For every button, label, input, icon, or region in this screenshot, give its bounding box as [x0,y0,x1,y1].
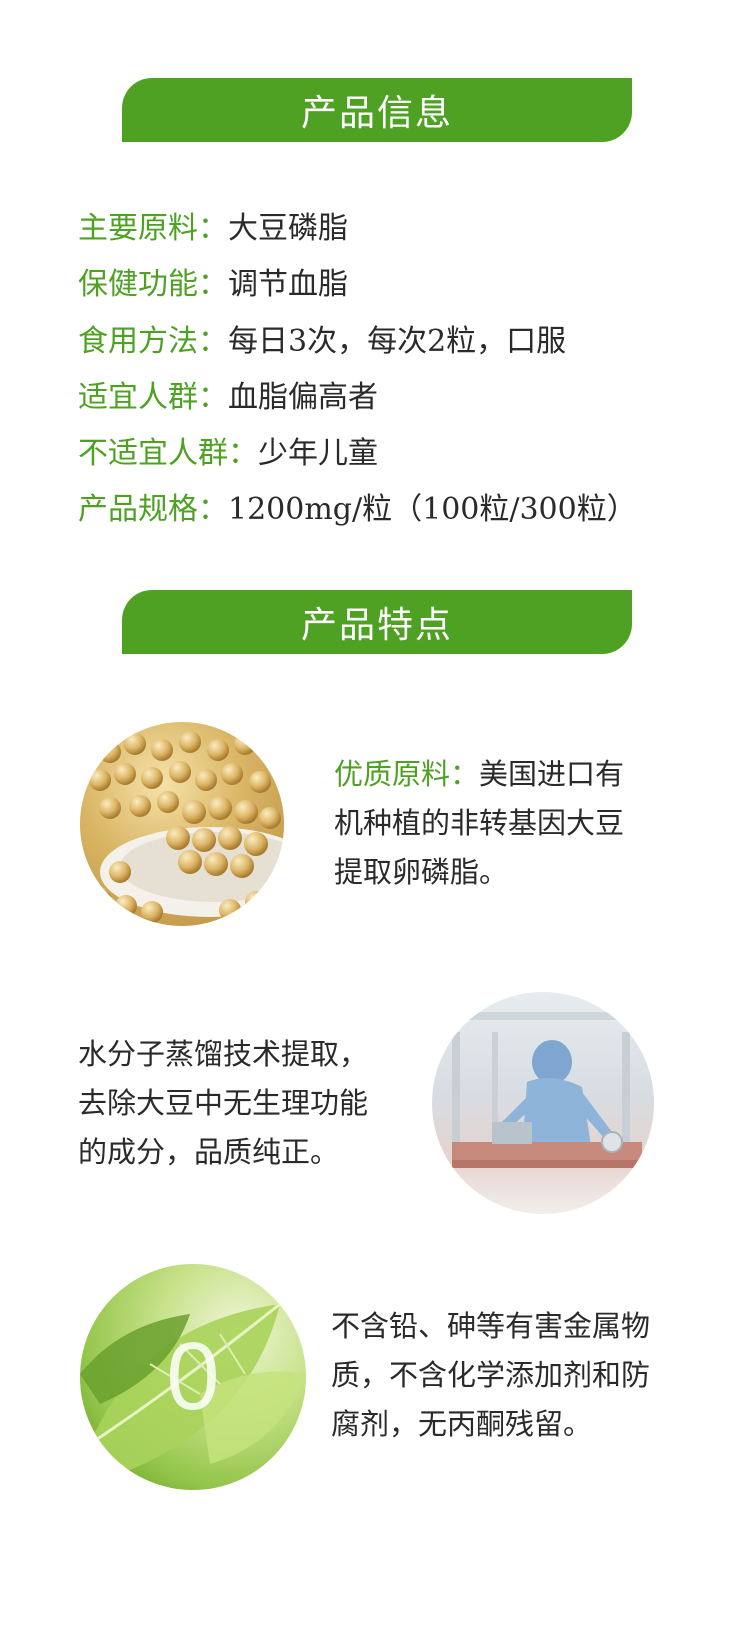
info-row-function: 保健功能：调节血脂 [78,265,348,305]
info-row-suitable: 适宜人群：血脂偏高者 [78,378,378,418]
section-title: 产品信息 [300,93,453,134]
info-value: 少年儿童 [258,436,378,471]
info-value: 调节血脂 [228,267,348,302]
info-row-unsuitable: 不适宜人群：少年儿童 [78,434,378,474]
soybean-image [80,722,284,926]
zero-badge: 0 [166,1323,220,1430]
feature-highlight: 优质原料： [334,757,480,791]
green-leaf-image: 0 [80,1264,306,1490]
lab-worker-image [432,992,654,1214]
lab-worker-icon [432,1012,654,1168]
info-key: 适宜人群： [78,380,228,415]
feature-line: 腐剂，无丙酮残留。 [331,1407,593,1441]
info-value: 每日3次，每次2粒，口服 [228,324,567,359]
info-row-ingredient: 主要原料：大豆磷脂 [78,209,348,249]
feature-line: 提取卵磷脂。 [334,855,509,889]
info-row-spec: 产品规格：1200mg/粒（100粒/300粒） [78,490,637,530]
feature-line: 不含铅、砷等有害金属物 [331,1309,651,1343]
info-key: 主要原料： [78,211,228,246]
section-banner-product-info: 产品信息 [122,78,632,142]
feature-text-1: 优质原料：美国进口有 机种植的非转基因大豆 提取卵磷脂。 [334,750,624,897]
section-title: 产品特点 [300,605,453,646]
soybean-icon [89,731,284,923]
section-banner-product-features: 产品特点 [122,590,632,654]
feature-line: 的成分，品质纯正。 [78,1135,340,1169]
info-key: 产品规格： [78,492,228,527]
info-value: 1200mg/粒（100粒/300粒） [228,492,637,527]
info-key: 保健功能： [78,267,228,302]
feature-line: 去除大豆中无生理功能 [78,1086,369,1120]
info-key: 不适宜人群： [78,436,258,471]
feature-line: 美国进口有 [479,757,625,791]
feature-line: 水分子蒸馏技术提取， [78,1037,369,1071]
info-value: 血脂偏高者 [228,380,378,415]
feature-text-3: 不含铅、砷等有害金属物 质，不含化学添加剂和防 腐剂，无丙酮残留。 [331,1302,650,1449]
info-key: 食用方法： [78,324,228,359]
info-value: 大豆磷脂 [228,211,348,246]
feature-line: 质，不含化学添加剂和防 [331,1358,651,1392]
info-row-usage: 食用方法：每日3次，每次2粒，口服 [78,322,566,362]
feature-text-2: 水分子蒸馏技术提取， 去除大豆中无生理功能 的成分，品质纯正。 [78,1030,368,1177]
feature-line: 机种植的非转基因大豆 [334,806,625,840]
